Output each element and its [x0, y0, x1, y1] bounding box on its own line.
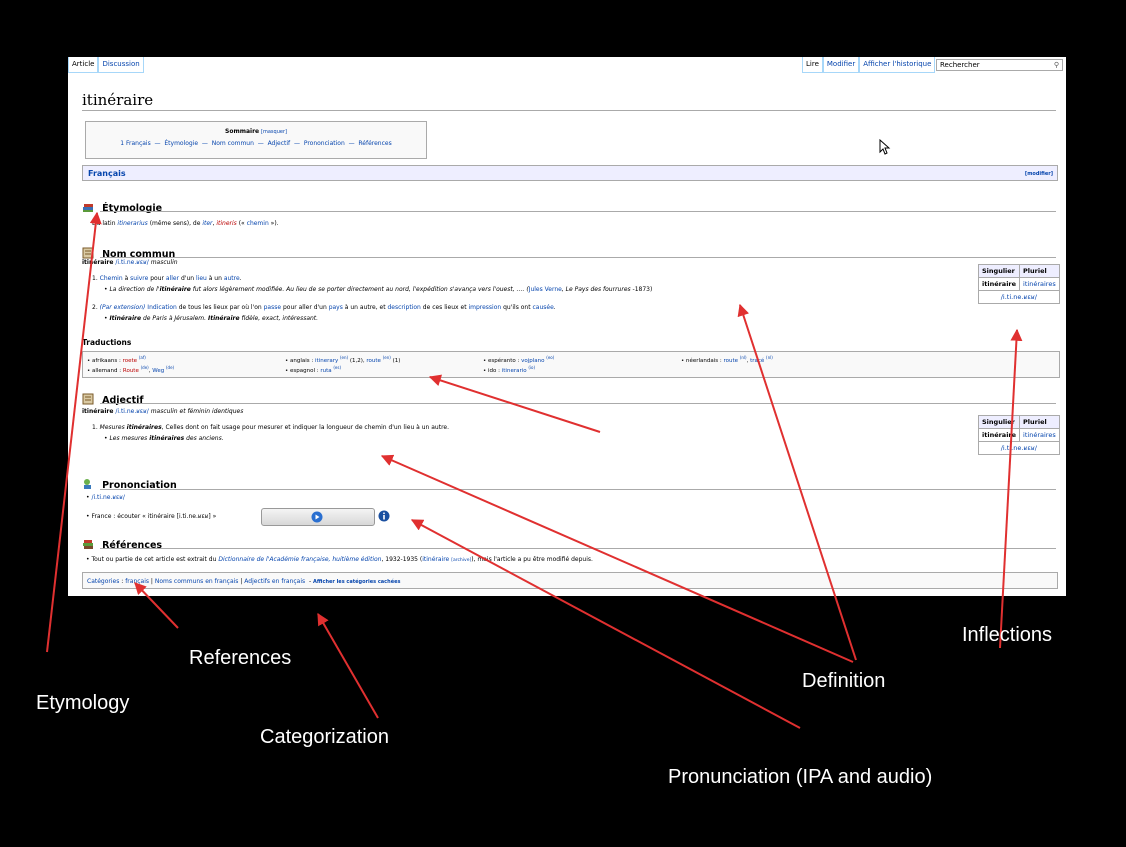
annotation-categorization: Categorization: [260, 726, 389, 748]
annotation-inflections: Inflections: [962, 624, 1053, 646]
arrow-etymology: [46, 211, 102, 653]
annotation-arrows: [46, 211, 1023, 729]
arrow-translations: [428, 374, 601, 433]
arrow-pronunciation: [410, 519, 801, 729]
annotation-translations: Translations: [548, 444, 657, 466]
arrow-references: [134, 582, 179, 629]
arrow-definition-noun: [737, 303, 857, 661]
arrow-inflections: [999, 328, 1023, 649]
annotation-pronunciation: Pronunciation (IPA and audio): [668, 766, 933, 788]
arrow-categorization: [317, 612, 379, 719]
annotation-definition: Definition: [802, 670, 886, 692]
annotation-references: References: [189, 647, 292, 669]
annotation-etymology: Etymology: [36, 692, 130, 714]
